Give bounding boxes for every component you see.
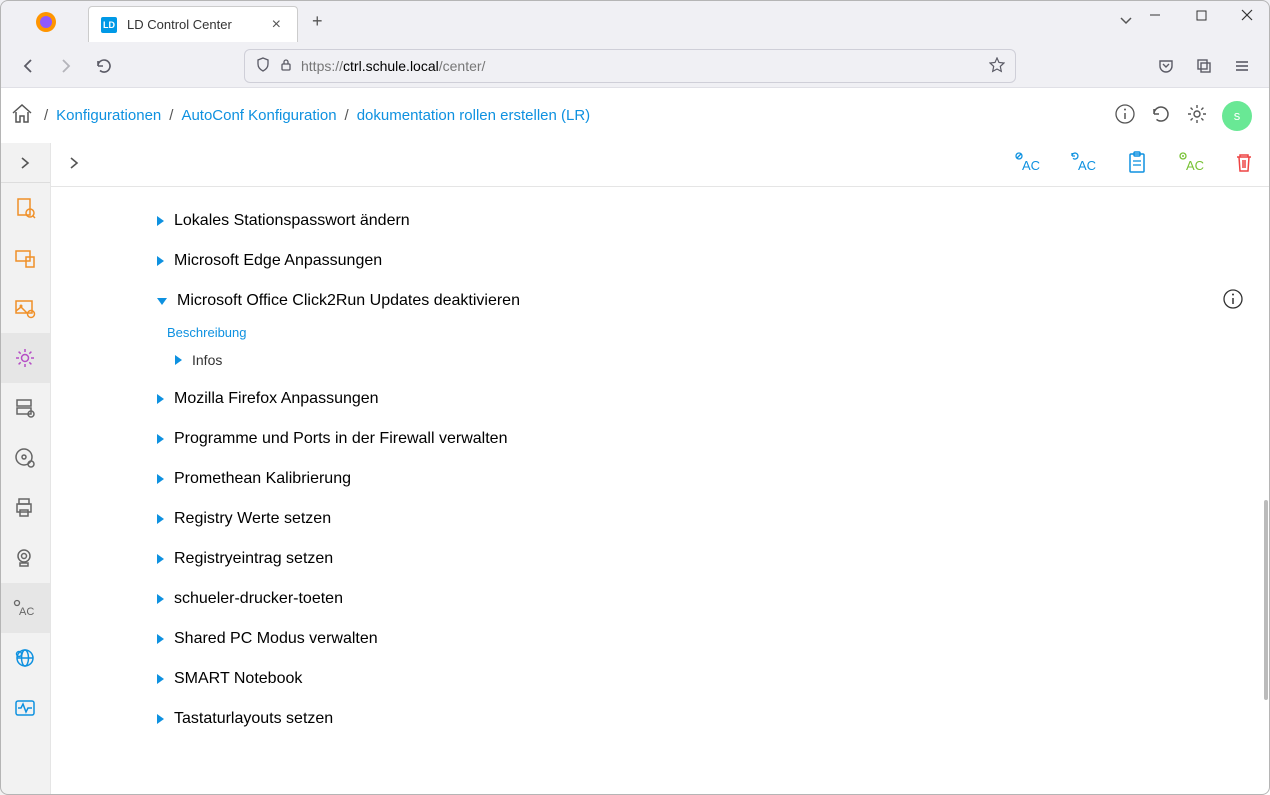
refresh-icon[interactable] <box>1150 103 1172 128</box>
tree-label: Microsoft Edge Anpassungen <box>174 252 382 270</box>
info-icon[interactable] <box>1114 103 1136 128</box>
tree-row[interactable]: SMART Notebook <box>91 659 1244 699</box>
trash-icon[interactable] <box>1234 152 1254 177</box>
tree-label: SMART Notebook <box>174 670 302 688</box>
sub-expand-icon[interactable] <box>67 156 81 173</box>
window-close-button[interactable] <box>1224 0 1270 30</box>
breadcrumb-link-konfigurationen[interactable]: Konfigurationen <box>56 107 161 124</box>
maximize-button[interactable] <box>1178 0 1224 30</box>
firefox-icon <box>34 10 58 34</box>
chevron-right-icon[interactable] <box>157 514 164 524</box>
tree-row[interactable]: Microsoft Edge Anpassungen <box>91 241 1244 281</box>
tree-row[interactable]: Mozilla Firefox Anpassungen <box>91 379 1244 419</box>
avatar[interactable]: s <box>1222 101 1252 131</box>
breadcrumb-link-autoconf[interactable]: AutoConf Konfiguration <box>181 107 336 124</box>
chevron-right-icon[interactable] <box>175 355 182 365</box>
sidebar-item-doc[interactable] <box>0 183 50 233</box>
back-button[interactable] <box>10 50 46 82</box>
bookmark-star-icon[interactable] <box>989 57 1005 76</box>
sidebar-item-globe[interactable] <box>0 633 50 683</box>
sidebar-item-image[interactable] <box>0 283 50 333</box>
tree-label: Promethean Kalibrierung <box>174 470 351 488</box>
pocket-icon[interactable] <box>1148 50 1184 82</box>
chevron-right-icon[interactable] <box>157 256 164 266</box>
tree-row[interactable]: Registry Werte setzen <box>91 499 1244 539</box>
description-label: Beschreibung <box>167 321 1244 346</box>
sidebar-item-server[interactable] <box>0 383 50 433</box>
sidebar-item-ac[interactable]: AC <box>0 583 50 633</box>
sidebar-item-devices[interactable] <box>0 233 50 283</box>
tree-label: Microsoft Office Click2Run Updates deakt… <box>177 292 520 310</box>
sub-toolbar: AC AC AC <box>51 143 1270 187</box>
sidebar-item-camera[interactable] <box>0 533 50 583</box>
tree-row[interactable]: Promethean Kalibrierung <box>91 459 1244 499</box>
chevron-down-icon[interactable] <box>157 298 167 305</box>
gear-icon[interactable] <box>1186 103 1208 128</box>
tree-label: Programme und Ports in der Firewall verw… <box>174 430 507 448</box>
chevron-right-icon[interactable] <box>157 714 164 724</box>
breadcrumb-link-dokumentation[interactable]: dokumentation rollen erstellen (LR) <box>357 107 590 124</box>
svg-text:AC: AC <box>1078 158 1096 173</box>
tree-label: schueler-drucker-toeten <box>174 590 343 608</box>
tree-label: Shared PC Modus verwalten <box>174 630 378 648</box>
tree-row[interactable]: Programme und Ports in der Firewall verw… <box>91 419 1244 459</box>
browser-tab[interactable]: LD LD Control Center × <box>88 6 298 42</box>
tree-label: Mozilla Firefox Anpassungen <box>174 390 379 408</box>
clipboard-icon[interactable] <box>1126 151 1148 178</box>
ac-action-3[interactable]: AC <box>1178 151 1204 178</box>
tree-label: Tastaturlayouts setzen <box>174 710 333 728</box>
sidebar-expand-icon[interactable] <box>0 143 50 183</box>
tree-label: Registryeintrag setzen <box>174 550 333 568</box>
shield-icon[interactable] <box>255 57 271 76</box>
svg-text:AC: AC <box>1186 158 1204 173</box>
minimize-button[interactable] <box>1132 0 1178 30</box>
chevron-right-icon[interactable] <box>157 474 164 484</box>
chevron-right-icon[interactable] <box>157 634 164 644</box>
content-area: Lokales Stationspasswort ändern Microsoft… <box>51 187 1270 795</box>
chevron-right-icon[interactable] <box>157 554 164 564</box>
chevron-right-icon[interactable] <box>157 216 164 226</box>
tree-row[interactable]: Lokales Stationspasswort ändern <box>91 201 1244 241</box>
tree-row[interactable]: Microsoft Office Click2Run Updates deakt… <box>91 281 1244 321</box>
breadcrumb: / Konfigurationen / AutoConf Konfigurati… <box>44 107 590 124</box>
tree-row[interactable]: Tastaturlayouts setzen <box>91 699 1244 739</box>
info-icon[interactable] <box>1222 288 1244 315</box>
tree-row[interactable]: Registryeintrag setzen <box>91 539 1244 579</box>
forward-button <box>48 50 84 82</box>
reload-button[interactable] <box>86 50 122 82</box>
sidebar-item-disc[interactable] <box>0 433 50 483</box>
scrollbar[interactable] <box>1264 500 1268 700</box>
home-icon[interactable] <box>10 102 34 129</box>
url-bar[interactable]: https://ctrl.schule.local/center/ <box>244 49 1016 83</box>
svg-text:AC: AC <box>19 606 34 618</box>
tree-row[interactable]: schueler-drucker-toeten <box>91 579 1244 619</box>
hamburger-menu-icon[interactable] <box>1224 50 1260 82</box>
lock-icon[interactable] <box>279 58 293 75</box>
sidebar-item-activity[interactable] <box>0 683 50 733</box>
tree-row[interactable]: Shared PC Modus verwalten <box>91 619 1244 659</box>
ac-action-1[interactable]: AC <box>1014 151 1040 178</box>
sidebar-item-settings[interactable] <box>0 333 50 383</box>
tab-title: LD Control Center <box>127 17 268 32</box>
tree-child-label: Infos <box>192 352 222 368</box>
new-tab-button[interactable]: + <box>312 11 323 32</box>
svg-text:AC: AC <box>1022 158 1040 173</box>
ac-action-2[interactable]: AC <box>1070 151 1096 178</box>
sidebar: AC <box>0 143 51 795</box>
tab-favicon: LD <box>101 17 117 33</box>
close-icon[interactable]: × <box>268 16 285 34</box>
chevron-right-icon[interactable] <box>157 594 164 604</box>
tree-child-row[interactable]: Infos <box>91 346 1244 379</box>
account-icon[interactable] <box>1186 50 1222 82</box>
tree-label: Lokales Stationspasswort ändern <box>174 212 410 230</box>
sidebar-item-print[interactable] <box>0 483 50 533</box>
tree-label: Registry Werte setzen <box>174 510 331 528</box>
chevron-right-icon[interactable] <box>157 394 164 404</box>
app-header: / Konfigurationen / AutoConf Konfigurati… <box>0 88 1270 143</box>
chevron-right-icon[interactable] <box>157 434 164 444</box>
url-text: https://ctrl.schule.local/center/ <box>301 58 981 74</box>
chevron-right-icon[interactable] <box>157 674 164 684</box>
